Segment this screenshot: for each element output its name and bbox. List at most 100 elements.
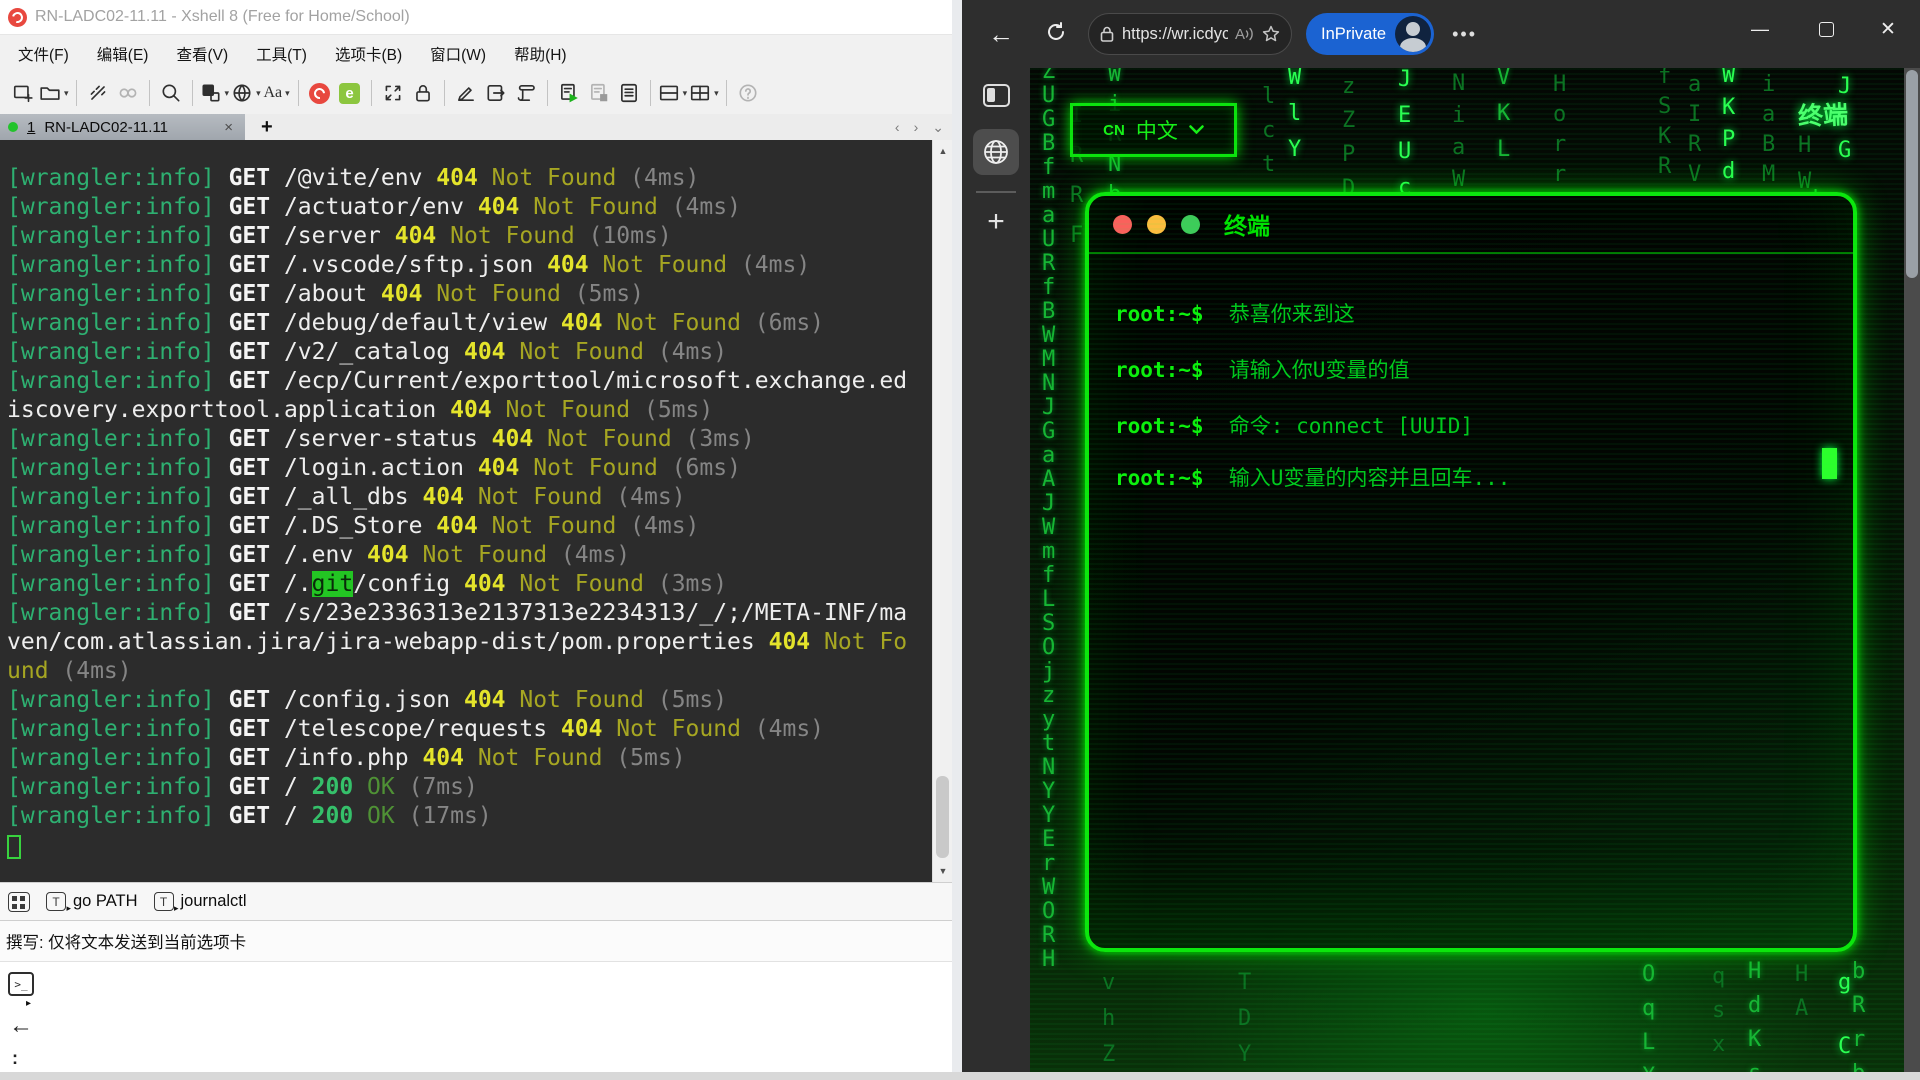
send-text-icon[interactable] — [482, 78, 510, 108]
menu-item-2[interactable]: 查看(V) — [176, 43, 228, 65]
quick-command-label: go PATH — [73, 892, 138, 911]
sidebar-add-icon[interactable]: + — [987, 207, 1005, 237]
matrix-column: v h Z r — [1102, 965, 1115, 1072]
encoding-globe-icon[interactable]: ▾ — [231, 78, 261, 108]
scroll-up-icon[interactable]: ▲ — [933, 142, 953, 160]
log-line: [wrangler:info] GET /config.json 404 Not… — [7, 686, 932, 715]
menu-item-0[interactable]: 文件(F) — [18, 43, 69, 65]
minimize-button[interactable]: — — [1732, 0, 1788, 58]
xftp-icon[interactable]: e — [336, 78, 364, 108]
toolbar-separator — [371, 80, 372, 106]
tab-scroll-right-icon[interactable]: › — [914, 119, 919, 135]
compose-input-area[interactable]: >_ ▸ ← : — [0, 962, 952, 1072]
inprivate-label: InPrivate — [1321, 25, 1386, 44]
toolbar-separator — [76, 80, 77, 106]
scroll-down-icon[interactable]: ▼ — [933, 862, 953, 880]
compose-expand-icon[interactable]: ▸ — [26, 998, 31, 1009]
session-pane-icon[interactable]: ▾ — [200, 78, 230, 108]
traffic-yellow-dot[interactable] — [1147, 215, 1166, 234]
browser-scrollbar[interactable] — [1904, 68, 1920, 1072]
prompt-message: 命令: connect [UUID] — [1229, 414, 1473, 438]
language-selector[interactable]: CN 中文 — [1070, 103, 1237, 157]
quick-command-grid-icon[interactable] — [8, 892, 30, 912]
open-session-icon[interactable]: ▾ — [39, 78, 69, 108]
prompt-line: root:~$ 命令: connect [UUID] — [1115, 410, 1473, 440]
xshell-home-icon[interactable] — [306, 78, 334, 108]
language-name: 中文 — [1136, 115, 1178, 145]
menu-item-4[interactable]: 选项卡(B) — [335, 43, 402, 65]
menu-item-5[interactable]: 窗口(W) — [430, 43, 486, 65]
stop-script-icon[interactable] — [585, 78, 613, 108]
terminal-output[interactable]: [wrangler:info] GET /@vite/env 404 Not F… — [0, 140, 932, 882]
lock-keyboard-icon[interactable] — [409, 78, 437, 108]
address-bar[interactable]: https://wr.icdyct.netli... A — [1088, 13, 1292, 55]
traffic-green-dot[interactable] — [1181, 215, 1200, 234]
menu-item-6[interactable]: 帮助(H) — [514, 43, 567, 65]
settings-menu-icon[interactable]: ••• — [1452, 24, 1477, 45]
menu-item-1[interactable]: 编辑(E) — [97, 43, 149, 65]
xshell-tabbar: 1 RN-LADC02-11.11 × + ‹ › ⌄ — [0, 114, 952, 140]
dropdown-caret-icon[interactable]: ▾ — [714, 88, 719, 99]
xshell-titlebar: RN-LADC02-11.11 - Xshell 8 (Free for Hom… — [0, 0, 952, 34]
close-button[interactable]: ✕ — [1860, 0, 1916, 58]
find-icon[interactable] — [157, 78, 185, 108]
compose-back-arrow-icon[interactable]: ← — [9, 1012, 33, 1040]
dropdown-caret-icon[interactable]: ▾ — [285, 88, 290, 99]
tab-actions-icon[interactable] — [983, 84, 1010, 107]
help-select-icon[interactable] — [734, 78, 762, 108]
fullscreen-icon[interactable] — [379, 78, 407, 108]
compose-terminal-icon[interactable]: >_ — [8, 972, 34, 996]
scroll-buffer-icon[interactable] — [512, 78, 540, 108]
split-pane-icon[interactable]: ▾ — [658, 78, 688, 108]
session-log-icon[interactable] — [615, 78, 643, 108]
menu-item-3[interactable]: 工具(T) — [256, 43, 307, 65]
url-text[interactable]: https://wr.icdyct.netli... — [1122, 25, 1228, 44]
tab-close-icon[interactable]: × — [220, 119, 237, 136]
read-aloud-icon[interactable]: A — [1235, 26, 1254, 43]
favorites-star-icon[interactable] — [1261, 24, 1281, 44]
dropdown-caret-icon[interactable]: ▾ — [256, 88, 261, 99]
session-tab[interactable]: 1 RN-LADC02-11.11 × — [0, 114, 245, 140]
quick-command-journalctl[interactable]: Tjournalctl — [154, 892, 247, 911]
terminal-scrollbar[interactable]: ▲ ▼ — [932, 140, 952, 882]
tab-list-icon[interactable]: ⌄ — [932, 119, 944, 136]
browser-back-icon[interactable]: ← — [988, 19, 1014, 50]
shell-prompt: root:~$ — [1115, 358, 1229, 382]
xshell-toolbar: ▾▾▾Aa▾e▾▾ — [0, 72, 952, 114]
compose-pen-icon[interactable] — [452, 78, 480, 108]
log-line: [wrangler:info] GET /s/23e2336313e213731… — [7, 599, 932, 628]
browser-scrollbar-thumb[interactable] — [1906, 70, 1918, 278]
tile-layout-icon[interactable]: ▾ — [689, 78, 719, 108]
page-title-overlay: 终端 — [1797, 95, 1848, 133]
log-line: [wrangler:info] GET /debug/default/view … — [7, 309, 932, 338]
log-line: [wrangler:info] GET /login.action 404 No… — [7, 454, 932, 483]
new-tab-button[interactable]: + — [261, 116, 273, 139]
font-icon[interactable]: Aa▾ — [263, 78, 291, 108]
sidebar-divider — [976, 191, 1016, 193]
web-terminal-cursor — [1822, 448, 1837, 479]
dropdown-caret-icon[interactable]: ▾ — [64, 88, 69, 99]
dropdown-caret-icon[interactable]: ▾ — [683, 88, 688, 99]
prompt-line: root:~$ 恭喜你来到这 — [1115, 298, 1355, 328]
disconnect-icon[interactable] — [84, 78, 112, 108]
sidebar-globe-selected[interactable] — [973, 129, 1019, 175]
reconnect-icon[interactable] — [114, 78, 142, 108]
browser-refresh-icon[interactable] — [1044, 20, 1068, 49]
scrollbar-thumb[interactable] — [936, 776, 949, 858]
bottom-window-edge — [0, 1072, 1920, 1080]
log-line: [wrangler:info] GET /@vite/env 404 Not F… — [7, 164, 932, 193]
run-script-icon[interactable] — [555, 78, 583, 108]
xshell-window: RN-LADC02-11.11 - Xshell 8 (Free for Hom… — [0, 0, 952, 1072]
dropdown-caret-icon[interactable]: ▾ — [225, 88, 230, 99]
quick-command-go-path[interactable]: Tgo PATH — [46, 892, 138, 911]
log-line: [wrangler:info] GET /server-status 404 N… — [7, 425, 932, 454]
prompt-message: 恭喜你来到这 — [1229, 302, 1355, 326]
profile-avatar[interactable] — [1395, 16, 1431, 52]
traffic-red-dot[interactable] — [1113, 215, 1132, 234]
matrix-column: b R r b W — [1852, 955, 1865, 1072]
maximize-button[interactable] — [1798, 0, 1854, 58]
new-session-icon[interactable] — [9, 78, 37, 108]
inprivate-badge[interactable]: InPrivate — [1306, 13, 1434, 55]
log-line: iscovery.exporttool.application 404 Not … — [7, 396, 932, 425]
tab-scroll-left-icon[interactable]: ‹ — [895, 119, 900, 135]
